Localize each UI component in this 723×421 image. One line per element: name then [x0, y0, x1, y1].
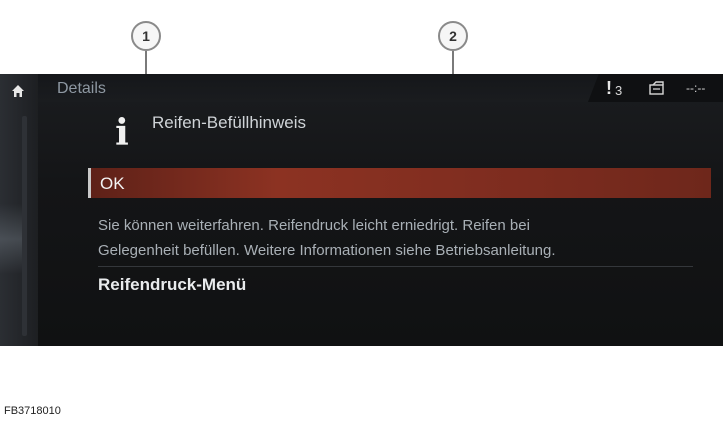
callout-1: 1	[131, 21, 161, 51]
scroll-track[interactable]	[22, 116, 27, 336]
left-rail	[0, 74, 38, 346]
notification-message: Sie können weiterfahren. Reifendruck lei…	[98, 213, 708, 263]
notification-title: Reifen-Befüllhinweis	[152, 113, 307, 132]
rail-glow	[0, 204, 22, 274]
callout-2: 2	[438, 21, 468, 51]
warning-count: 3	[615, 83, 623, 98]
figure-id: FB3718010	[4, 405, 61, 417]
top-bar: Details ! 3 --:--	[38, 74, 723, 102]
home-icon	[12, 85, 24, 97]
info-icon: i	[115, 112, 129, 154]
home-button[interactable]	[6, 80, 30, 102]
status-area: ! 3 --:--	[588, 74, 723, 102]
message-line-1: Sie können weiterfahren. Reifendruck lei…	[98, 217, 530, 234]
warning-icon: !	[606, 78, 612, 98]
message-line-2: Gelegenheit befüllen. Weitere Informatio…	[98, 242, 556, 259]
tire-pressure-menu-item[interactable]: Reifendruck-Menü	[98, 275, 246, 295]
ok-button-label: OK	[100, 174, 125, 193]
page-title: Details	[57, 80, 106, 97]
divider	[98, 266, 693, 267]
vehicle-status-icon	[649, 81, 664, 95]
clock: --:--	[686, 81, 706, 95]
ok-button[interactable]: OK	[88, 168, 711, 198]
idrive-screen: Details ! 3 --:--	[0, 74, 723, 346]
